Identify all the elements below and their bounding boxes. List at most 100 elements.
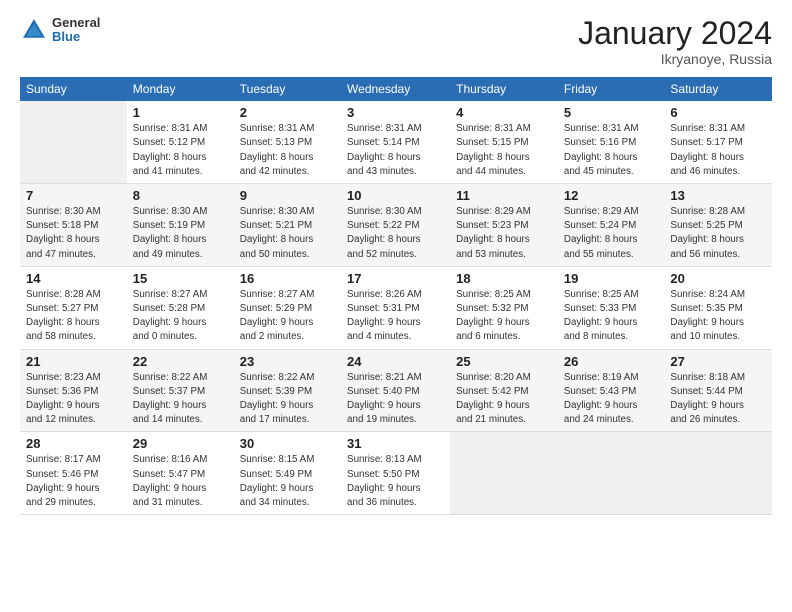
day-info: Sunrise: 8:28 AMSunset: 5:25 PMDaylight:… [670, 205, 766, 262]
day-number: 22 [133, 354, 228, 369]
day-info: Sunrise: 8:24 AMSunset: 5:35 PMDaylight:… [670, 288, 766, 345]
calendar-cell: 26 Sunrise: 8:19 AMSunset: 5:43 PMDayligh… [558, 349, 665, 432]
calendar-cell: 13 Sunrise: 8:28 AMSunset: 5:25 PMDayligh… [664, 184, 772, 267]
day-number: 8 [133, 188, 228, 203]
day-info: Sunrise: 8:30 AMSunset: 5:22 PMDaylight:… [347, 205, 444, 262]
calendar-cell: 12 Sunrise: 8:29 AMSunset: 5:24 PMDayligh… [558, 184, 665, 267]
calendar-week-row: 7 Sunrise: 8:30 AMSunset: 5:18 PMDaylight… [20, 184, 772, 267]
day-number: 26 [564, 354, 659, 369]
day-number: 2 [240, 105, 335, 120]
calendar-cell [664, 432, 772, 515]
day-number: 30 [240, 436, 335, 451]
day-info: Sunrise: 8:27 AMSunset: 5:29 PMDaylight:… [240, 288, 335, 345]
day-info: Sunrise: 8:25 AMSunset: 5:32 PMDaylight:… [456, 288, 552, 345]
day-info: Sunrise: 8:30 AMSunset: 5:21 PMDaylight:… [240, 205, 335, 262]
calendar-cell: 1 Sunrise: 8:31 AMSunset: 5:12 PMDaylight… [127, 101, 234, 183]
day-number: 12 [564, 188, 659, 203]
calendar-cell: 17Sunrise: 8:26 AMSunset: 5:31 PMDayligh… [341, 266, 450, 349]
month-title: January 2024 [578, 16, 772, 51]
day-number: 28 [26, 436, 121, 451]
weekday-header: Saturday [664, 77, 772, 101]
calendar-cell: 25Sunrise: 8:20 AMSunset: 5:42 PMDayligh… [450, 349, 558, 432]
day-info: Sunrise: 8:26 AMSunset: 5:31 PMDaylight:… [347, 288, 444, 345]
calendar-cell: 24 Sunrise: 8:21 AMSunset: 5:40 PMDayligh… [341, 349, 450, 432]
day-number: 16 [240, 271, 335, 286]
day-info: Sunrise: 8:30 AMSunset: 5:19 PMDaylight:… [133, 205, 228, 262]
calendar-cell: 5 Sunrise: 8:31 AMSunset: 5:16 PMDaylight… [558, 101, 665, 183]
day-number: 29 [133, 436, 228, 451]
day-number: 25 [456, 354, 552, 369]
day-number: 10 [347, 188, 444, 203]
weekday-header: Friday [558, 77, 665, 101]
calendar-cell: 18 Sunrise: 8:25 AMSunset: 5:32 PMDayligh… [450, 266, 558, 349]
calendar-cell: 6Sunrise: 8:31 AMSunset: 5:17 PMDaylight… [664, 101, 772, 183]
weekday-header: Sunday [20, 77, 127, 101]
calendar-cell [558, 432, 665, 515]
day-info: Sunrise: 8:13 AMSunset: 5:50 PMDaylight:… [347, 453, 444, 510]
calendar-cell: 31 Sunrise: 8:13 AMSunset: 5:50 PMDayligh… [341, 432, 450, 515]
location: Ikryanoye, Russia [578, 51, 772, 67]
day-number: 11 [456, 188, 552, 203]
day-info: Sunrise: 8:31 AMSunset: 5:14 PMDaylight:… [347, 122, 444, 179]
calendar-table: SundayMondayTuesdayWednesdayThursdayFrid… [20, 77, 772, 515]
calendar-cell: 28 Sunrise: 8:17 AMSunset: 5:46 PMDayligh… [20, 432, 127, 515]
calendar-cell: 11 Sunrise: 8:29 AMSunset: 5:23 PMDayligh… [450, 184, 558, 267]
day-number: 31 [347, 436, 444, 451]
logo-general: General [52, 16, 100, 30]
calendar-cell: 8 Sunrise: 8:30 AMSunset: 5:19 PMDaylight… [127, 184, 234, 267]
day-info: Sunrise: 8:31 AMSunset: 5:12 PMDaylight:… [133, 122, 228, 179]
calendar-week-row: 21Sunrise: 8:23 AMSunset: 5:36 PMDayligh… [20, 349, 772, 432]
day-info: Sunrise: 8:28 AMSunset: 5:27 PMDaylight:… [26, 288, 121, 345]
weekday-header: Tuesday [234, 77, 341, 101]
day-info: Sunrise: 8:17 AMSunset: 5:46 PMDaylight:… [26, 453, 121, 510]
day-info: Sunrise: 8:16 AMSunset: 5:47 PMDaylight:… [133, 453, 228, 510]
day-number: 6 [670, 105, 766, 120]
day-number: 24 [347, 354, 444, 369]
logo-text: General Blue [52, 16, 100, 45]
day-info: Sunrise: 8:15 AMSunset: 5:49 PMDaylight:… [240, 453, 335, 510]
day-number: 14 [26, 271, 121, 286]
day-info: Sunrise: 8:31 AMSunset: 5:15 PMDaylight:… [456, 122, 552, 179]
calendar-cell: 10 Sunrise: 8:30 AMSunset: 5:22 PMDayligh… [341, 184, 450, 267]
calendar-cell: 2Sunrise: 8:31 AMSunset: 5:13 PMDaylight… [234, 101, 341, 183]
day-info: Sunrise: 8:19 AMSunset: 5:43 PMDaylight:… [564, 371, 659, 428]
day-number: 27 [670, 354, 766, 369]
weekday-header: Monday [127, 77, 234, 101]
calendar-week-row: 28 Sunrise: 8:17 AMSunset: 5:46 PMDayligh… [20, 432, 772, 515]
day-info: Sunrise: 8:29 AMSunset: 5:23 PMDaylight:… [456, 205, 552, 262]
day-number: 5 [564, 105, 659, 120]
day-number: 23 [240, 354, 335, 369]
day-info: Sunrise: 8:25 AMSunset: 5:33 PMDaylight:… [564, 288, 659, 345]
calendar-cell [450, 432, 558, 515]
day-info: Sunrise: 8:31 AMSunset: 5:16 PMDaylight:… [564, 122, 659, 179]
day-info: Sunrise: 8:29 AMSunset: 5:24 PMDaylight:… [564, 205, 659, 262]
day-number: 18 [456, 271, 552, 286]
calendar-cell: 19 Sunrise: 8:25 AMSunset: 5:33 PMDayligh… [558, 266, 665, 349]
day-number: 1 [133, 105, 228, 120]
day-number: 4 [456, 105, 552, 120]
page: General Blue January 2024 Ikryanoye, Rus… [0, 0, 792, 612]
day-number: 19 [564, 271, 659, 286]
day-info: Sunrise: 8:30 AMSunset: 5:18 PMDaylight:… [26, 205, 121, 262]
day-number: 20 [670, 271, 766, 286]
weekday-header: Wednesday [341, 77, 450, 101]
day-number: 9 [240, 188, 335, 203]
logo-blue: Blue [52, 30, 100, 44]
calendar-cell: 4 Sunrise: 8:31 AMSunset: 5:15 PMDaylight… [450, 101, 558, 183]
day-number: 15 [133, 271, 228, 286]
calendar-cell: 23 Sunrise: 8:22 AMSunset: 5:39 PMDayligh… [234, 349, 341, 432]
day-info: Sunrise: 8:18 AMSunset: 5:44 PMDaylight:… [670, 371, 766, 428]
day-number: 7 [26, 188, 121, 203]
calendar-cell: 7 Sunrise: 8:30 AMSunset: 5:18 PMDaylight… [20, 184, 127, 267]
calendar-cell: 29 Sunrise: 8:16 AMSunset: 5:47 PMDayligh… [127, 432, 234, 515]
calendar-cell: 30 Sunrise: 8:15 AMSunset: 5:49 PMDayligh… [234, 432, 341, 515]
calendar-cell: 20 Sunrise: 8:24 AMSunset: 5:35 PMDayligh… [664, 266, 772, 349]
day-info: Sunrise: 8:21 AMSunset: 5:40 PMDaylight:… [347, 371, 444, 428]
calendar-cell: 16 Sunrise: 8:27 AMSunset: 5:29 PMDayligh… [234, 266, 341, 349]
header: General Blue January 2024 Ikryanoye, Rus… [20, 16, 772, 67]
day-number: 13 [670, 188, 766, 203]
header-row: SundayMondayTuesdayWednesdayThursdayFrid… [20, 77, 772, 101]
day-number: 3 [347, 105, 444, 120]
day-info: Sunrise: 8:22 AMSunset: 5:39 PMDaylight:… [240, 371, 335, 428]
calendar-cell: 9 Sunrise: 8:30 AMSunset: 5:21 PMDaylight… [234, 184, 341, 267]
